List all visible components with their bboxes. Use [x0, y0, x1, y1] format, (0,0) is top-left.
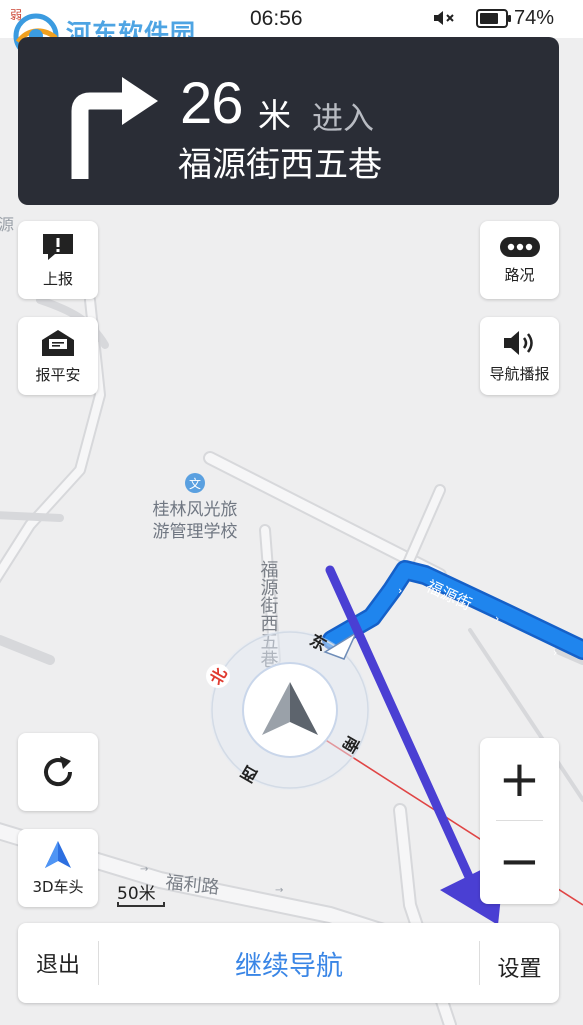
traffic-icon: [499, 236, 540, 257]
bottom-bar: 退出 继续导航 设置: [18, 923, 559, 1003]
clock: 06:56: [250, 7, 303, 30]
signal-label: 弱: [10, 8, 23, 22]
compass: 北 东 南 西: [206, 630, 370, 790]
poi-icon: 文: [189, 476, 201, 491]
south-road-label: 福利路: [164, 872, 220, 899]
heading-arrow-icon: [45, 840, 71, 868]
turn-right-icon: [71, 77, 158, 179]
safety-label: 报平安: [35, 365, 81, 384]
scale-label: 50米: [117, 884, 156, 904]
status-bar: 弱 06:56 74%: [0, 0, 583, 38]
battery-icon: [476, 9, 511, 28]
turn-distance-unit: 米: [258, 96, 291, 135]
view-mode-label: 3D车头: [32, 877, 84, 896]
traffic-label: 路况: [504, 265, 535, 284]
route-chevron: ›: [398, 584, 402, 597]
view-mode-button[interactable]: 3D车头: [18, 829, 98, 907]
poi-marker[interactable]: 文: [185, 473, 205, 493]
speaker-icon: [503, 330, 533, 355]
refresh-icon: [44, 756, 73, 787]
report-icon: [43, 233, 73, 260]
exit-button[interactable]: 退出: [18, 923, 98, 1003]
mute-icon: [434, 11, 454, 25]
safety-button[interactable]: 报平安: [18, 317, 98, 395]
poi-name-line1: 桂林风光旅: [153, 500, 238, 520]
guidance-panel[interactable]: 26 米 进入 福源街西五巷: [18, 37, 559, 205]
voice-broadcast-button[interactable]: 导航播报: [480, 317, 559, 395]
envelope-icon: [42, 329, 74, 356]
continue-navigation-button[interactable]: 继续导航: [99, 923, 479, 1003]
report-label: 上报: [42, 269, 73, 288]
zoom-in-button[interactable]: +: [480, 738, 559, 820]
turn-action: 进入: [312, 101, 374, 137]
report-button[interactable]: 上报: [18, 221, 98, 299]
next-road-name: 福源街西五巷: [178, 145, 382, 185]
road-direction-arrow: →: [275, 885, 283, 896]
zoom-out-button[interactable]: −: [480, 820, 559, 902]
scale-bar: [117, 902, 165, 907]
refresh-button[interactable]: [18, 733, 98, 811]
route-chevron: ›: [495, 612, 499, 625]
poi-name-line2: 游管理学校: [153, 522, 238, 542]
battery-percent: 74%: [514, 7, 555, 29]
voice-broadcast-label: 导航播报: [489, 364, 550, 383]
turn-distance: 26: [180, 71, 244, 136]
settings-button[interactable]: 设置: [480, 923, 559, 1003]
route-chevron: ›: [553, 646, 557, 659]
traffic-button[interactable]: 路况: [480, 221, 559, 299]
map-edge-label: 源: [0, 215, 14, 234]
zoom-control: + −: [480, 738, 559, 904]
road-direction-arrow: →: [140, 864, 148, 875]
